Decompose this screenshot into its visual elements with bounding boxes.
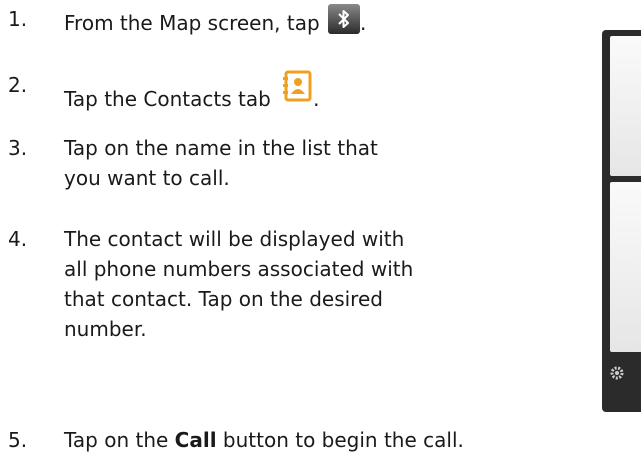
step-number: 2.	[8, 73, 28, 97]
step-3-line-2: you want to call.	[64, 166, 230, 190]
device-panel	[610, 36, 641, 176]
step-text: From the Map screen, tap .	[64, 4, 366, 38]
device-screenshot	[602, 30, 641, 412]
step-4-line-2: all phone numbers associated with	[64, 257, 414, 281]
gear-icon	[610, 364, 624, 382]
step-number: 1.	[8, 7, 28, 31]
step-number: 3.	[8, 136, 28, 160]
step-1-text: From the Map screen, tap	[64, 11, 320, 35]
step-5-suffix: button to begin the call.	[216, 428, 464, 452]
step-4-line-3: that contact. Tap on the desired	[64, 287, 383, 311]
step-text: The contact will be displayed with all p…	[64, 224, 413, 344]
step-number: 5.	[8, 428, 28, 452]
step-text: Tap on the name in the list that you wan…	[64, 133, 378, 193]
step-text: Tap the Contacts tab .	[64, 70, 320, 114]
step-number: 4.	[8, 227, 28, 251]
step-4-line-1: The contact will be displayed with	[64, 227, 405, 251]
step-2-trailing: .	[313, 87, 320, 111]
device-panel	[610, 182, 641, 352]
contacts-icon	[283, 70, 313, 102]
step-5-prefix: Tap on the	[64, 428, 175, 452]
call-keyword: Call	[174, 428, 217, 452]
step-1-trailing: .	[360, 11, 367, 35]
step-2-text: Tap the Contacts tab	[64, 87, 271, 111]
step-text: Tap on the Call button to begin the call…	[64, 425, 464, 455]
step-3-line-1: Tap on the name in the list that	[64, 136, 378, 160]
step-4-line-4: number.	[64, 317, 147, 341]
bluetooth-icon	[328, 4, 361, 34]
